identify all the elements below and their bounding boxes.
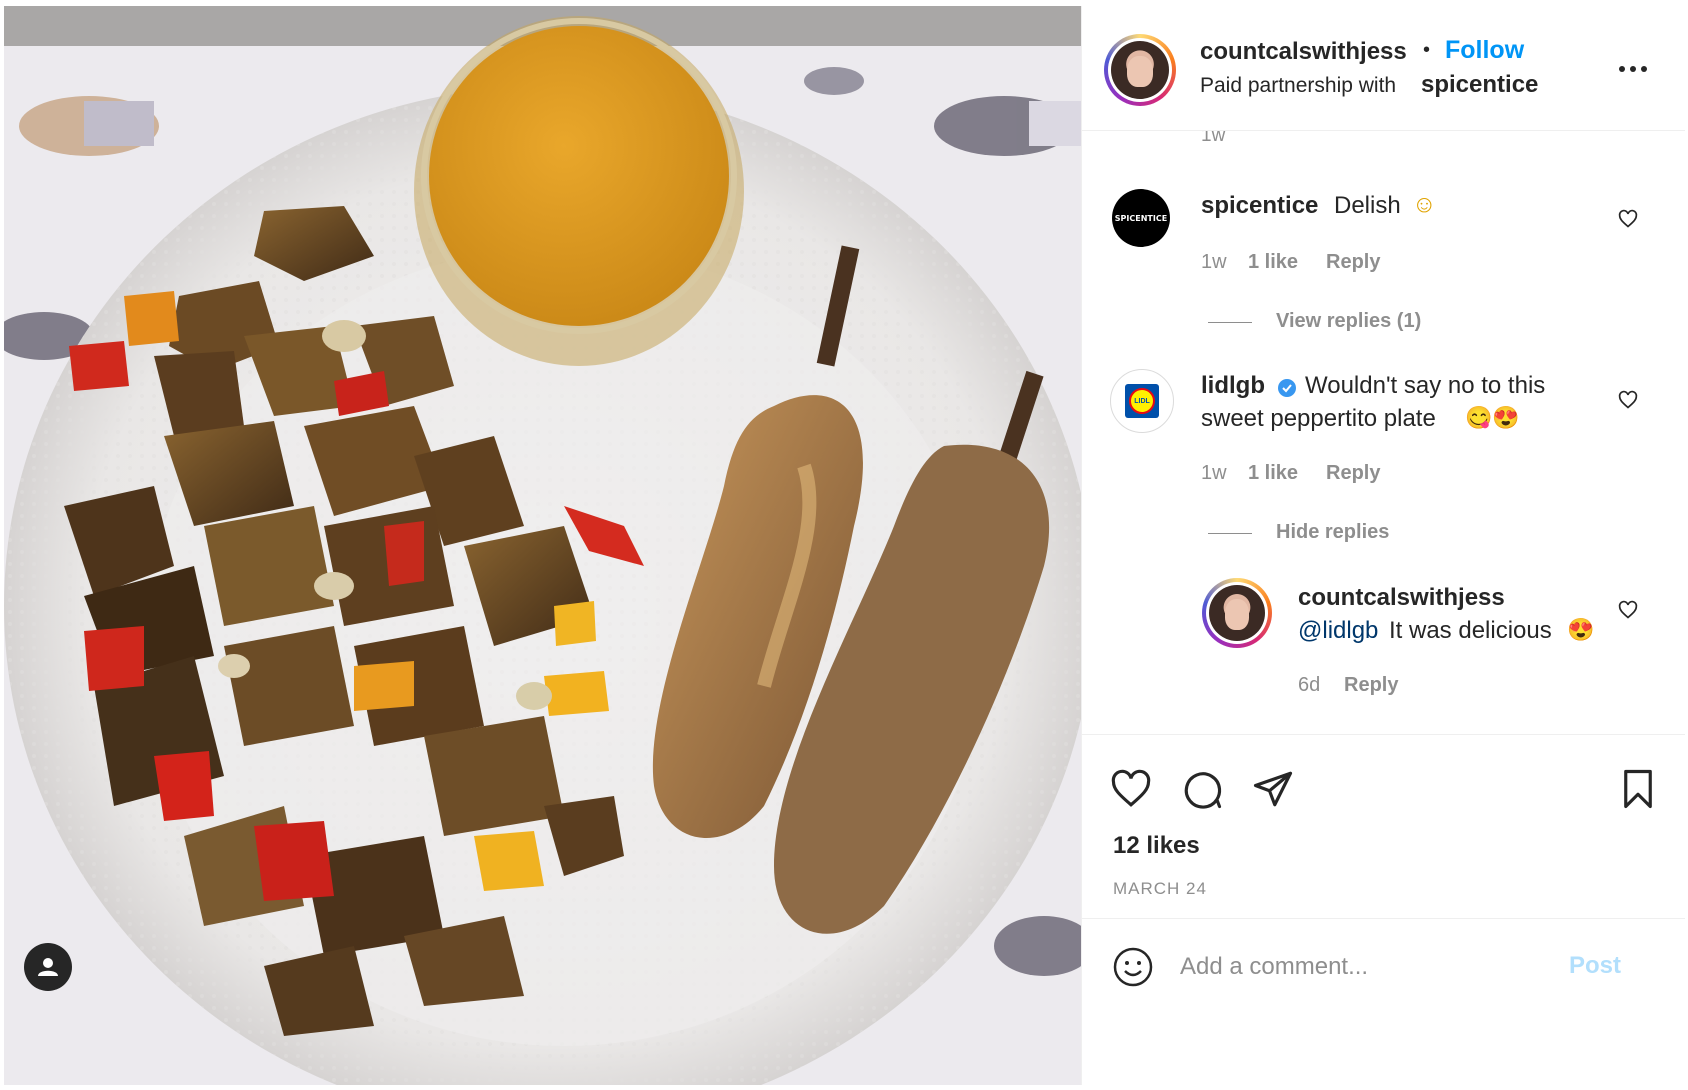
food-photo [4, 6, 1081, 1085]
post-header: countcalswithjess • Follow Paid partners… [1082, 6, 1685, 131]
reply-text: It was delicious [1389, 617, 1552, 644]
comment-time: 1w [1201, 462, 1227, 484]
reply-time: 6d [1298, 674, 1321, 696]
lidl-avatar[interactable]: LIDL [1110, 369, 1174, 433]
hide-replies-button[interactable]: Hide replies [1276, 521, 1389, 544]
verified-badge-icon [1277, 378, 1297, 398]
comment-icon[interactable] [1181, 768, 1223, 810]
comment-username[interactable]: lidlgb [1201, 372, 1265, 400]
author-avatar[interactable] [1104, 34, 1176, 106]
reply-username[interactable]: countcalswithjess [1298, 584, 1505, 612]
partner-link[interactable]: spicentice [1421, 71, 1538, 99]
comment-emoji: 😋😍 [1465, 405, 1520, 430]
heart-icon[interactable] [1110, 768, 1152, 810]
header-separator: • [1423, 39, 1431, 61]
reply-button[interactable]: Reply [1344, 674, 1398, 697]
post-photo[interactable] [4, 6, 1081, 1085]
heart-icon[interactable] [1618, 390, 1638, 410]
likes-count[interactable]: 12 likes [1113, 832, 1200, 860]
lidl-logo-text: LIDL [1134, 397, 1150, 405]
partnership-label: Paid partnership with [1200, 74, 1397, 97]
heart-icon[interactable] [1618, 209, 1638, 229]
post-details-panel: countcalswithjess • Follow Paid partners… [1081, 6, 1685, 1085]
reply-author-avatar[interactable] [1202, 578, 1272, 648]
view-replies-button[interactable]: View replies (1) [1276, 310, 1421, 333]
post-button[interactable]: Post [1569, 952, 1621, 980]
comment-box: Post [1082, 918, 1685, 1019]
spicentice-avatar[interactable]: SPICENTICE [1112, 189, 1170, 247]
reply-button[interactable]: Reply [1326, 462, 1380, 485]
comment-text-line1: Wouldn't say no to this [1305, 372, 1546, 399]
reply-emoji: 😍 [1567, 617, 1595, 642]
ellipsis-icon[interactable] [1617, 62, 1649, 74]
lidl-logo: LIDL [1125, 384, 1159, 418]
send-icon[interactable] [1252, 768, 1294, 810]
comment-likes[interactable]: 1 like [1248, 251, 1298, 274]
comment-text: Delish [1334, 192, 1401, 219]
comments-list[interactable]: 1w SPICENTICE spicentice Delish ☺ 1w 1 l… [1082, 131, 1685, 733]
comment-text-line2: sweet peppertito plate [1201, 405, 1436, 432]
comment-input[interactable] [1178, 947, 1562, 987]
comment-username[interactable]: spicentice [1201, 192, 1318, 220]
heart-icon[interactable] [1618, 600, 1638, 620]
follow-button[interactable]: Follow [1445, 36, 1524, 65]
replies-divider [1208, 322, 1252, 323]
user-tag-icon[interactable] [24, 943, 72, 991]
replies-divider [1208, 533, 1252, 534]
reply-button[interactable]: Reply [1326, 251, 1380, 274]
author-username[interactable]: countcalswithjess [1200, 38, 1407, 66]
action-bar: 12 likes MARCH 24 [1082, 734, 1685, 919]
bookmark-icon[interactable] [1617, 768, 1659, 810]
caption-timestamp: 1w [1201, 131, 1226, 146]
post-date: MARCH 24 [1113, 879, 1207, 898]
comment-emoji: ☺ [1412, 191, 1437, 218]
comment-time: 1w [1201, 251, 1227, 273]
reply-mention[interactable]: @lidlgb [1298, 617, 1378, 645]
smiley-icon[interactable] [1113, 947, 1153, 987]
spicentice-avatar-text: SPICENTICE [1114, 213, 1168, 223]
comment-likes[interactable]: 1 like [1248, 462, 1298, 485]
